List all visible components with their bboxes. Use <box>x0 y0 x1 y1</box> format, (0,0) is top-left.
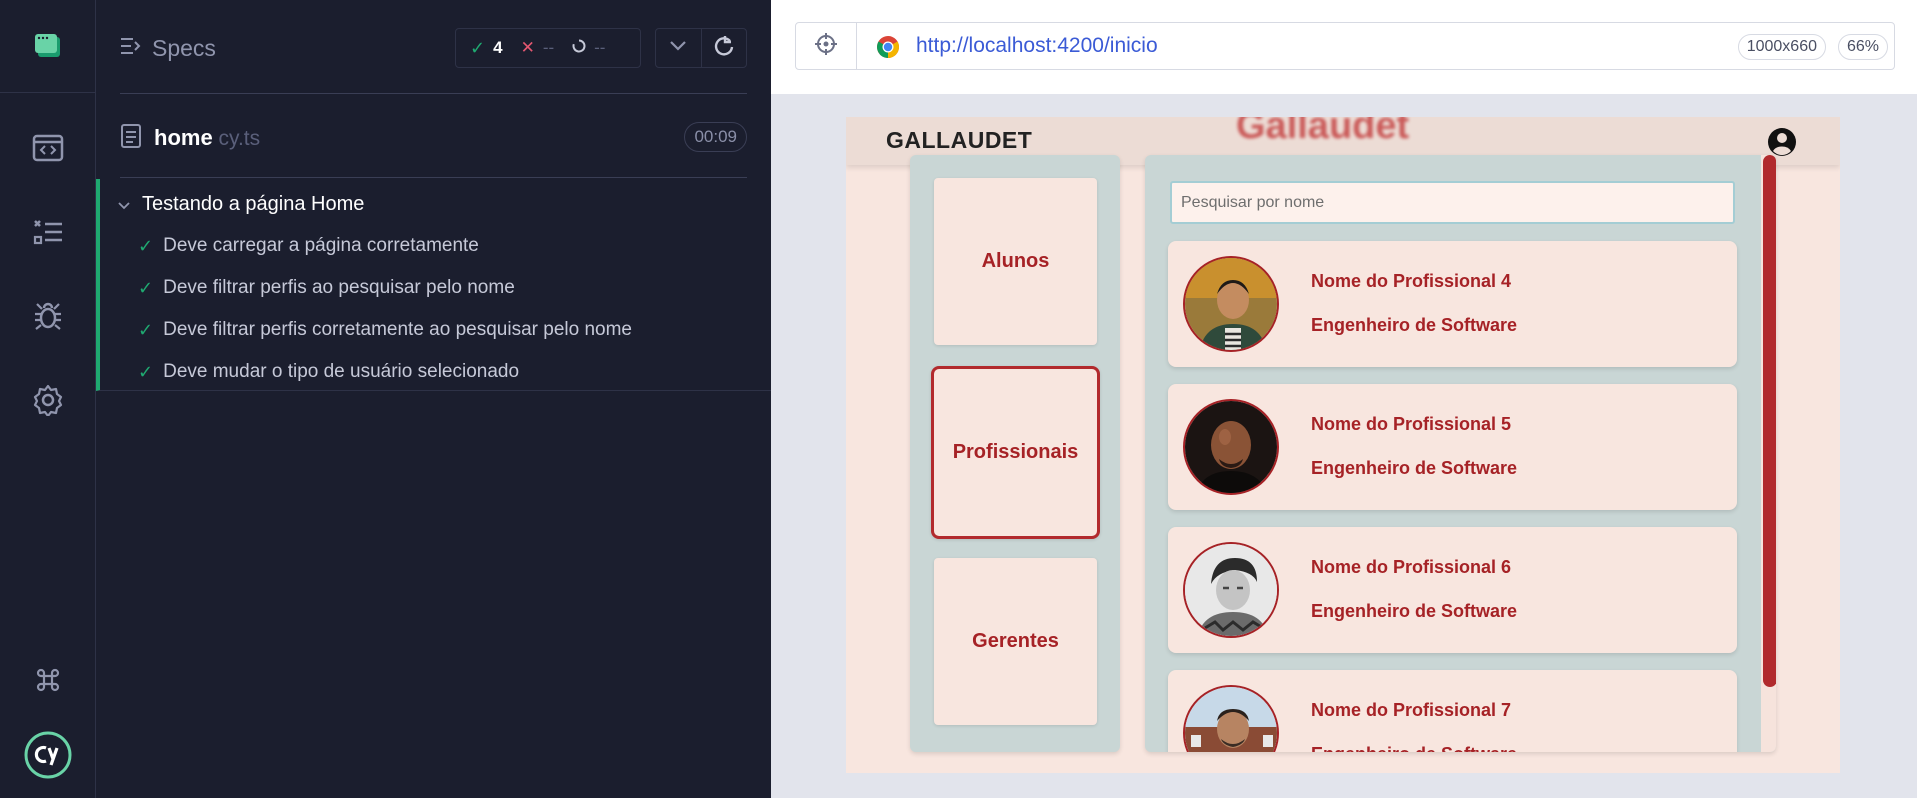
profile-role: Engenheiro de Software <box>1311 744 1517 752</box>
check-icon: ✓ <box>138 361 154 382</box>
user-type-alunos-card[interactable]: Alunos <box>934 178 1097 345</box>
specs-label: Specs <box>152 34 216 61</box>
aut-header: http://localhost:4200/inicio 1000x660 66… <box>771 0 1917 94</box>
settings-gear-icon[interactable] <box>28 380 68 420</box>
suite-title: Testando a página Home <box>142 192 365 215</box>
specs-toggle-icon <box>120 35 142 62</box>
spec-file-row[interactable]: home cy.ts 00:09 <box>120 118 747 158</box>
test-item[interactable]: ✓ Deve carregar a página corretamente <box>138 229 479 263</box>
profile-card[interactable]: Nome do Profissional 5 Engenheiro de Sof… <box>1168 384 1737 510</box>
specs-list-icon[interactable] <box>28 128 68 168</box>
check-icon: ✓ <box>470 37 486 58</box>
user-type-gerentes-card[interactable]: Gerentes <box>934 558 1097 725</box>
runs-icon[interactable] <box>28 212 68 252</box>
app-under-test-panel: http://localhost:4200/inicio 1000x660 66… <box>771 0 1917 798</box>
check-icon: ✓ <box>138 277 154 298</box>
test-stats: ✓ 4 ✕ -- -- <box>455 28 641 68</box>
avatar <box>1183 399 1279 495</box>
url-text[interactable]: http://localhost:4200/inicio <box>916 23 1158 69</box>
profile-list-panel: Nome do Profissional 4 Engenheiro de Sof… <box>1145 155 1776 752</box>
page-heading-behind-navbar: Gallaudet <box>1236 117 1410 147</box>
selector-playground-button[interactable] <box>796 23 857 69</box>
test-item[interactable]: ✓ Deve mudar o tipo de usuário seleciona… <box>138 355 519 389</box>
app-window-icon[interactable] <box>33 31 63 61</box>
reporter-header: Specs ✓ 4 ✕ -- -- <box>120 28 747 68</box>
profile-role: Engenheiro de Software <box>1311 601 1518 621</box>
avatar <box>1183 542 1279 638</box>
document-icon <box>120 123 142 154</box>
scrollbar-thumb[interactable] <box>1763 155 1776 687</box>
user-type-profissionais-card[interactable]: Profissionais <box>931 366 1100 539</box>
url-bar: http://localhost:4200/inicio 1000x660 66… <box>795 22 1895 70</box>
spec-file-extension: cy.ts <box>212 127 261 150</box>
test-title: Deve carregar a página corretamente <box>163 235 479 256</box>
test-item[interactable]: ✓ Deve filtrar perfis ao pesquisar pelo … <box>138 271 515 305</box>
search-input[interactable] <box>1170 181 1735 224</box>
failed-stat: ✕ -- <box>521 38 555 58</box>
profile-name: Nome do Profissional 7 <box>1311 700 1512 720</box>
x-icon: ✕ <box>520 38 535 57</box>
check-icon: ✓ <box>138 235 154 256</box>
selector-playground-icon <box>814 32 838 61</box>
spec-file-name: home cy.ts <box>154 125 260 151</box>
refresh-icon <box>713 35 735 62</box>
divider <box>120 177 747 178</box>
test-reporter: Specs ✓ 4 ✕ -- -- home cy.ts 00:09 Testa… <box>96 0 771 798</box>
specs-toggle[interactable]: Specs <box>120 28 216 68</box>
pending-count: -- <box>594 38 606 57</box>
divider <box>120 93 747 94</box>
zoom-level-badge[interactable]: 66% <box>1837 34 1888 60</box>
keyboard-shortcuts-icon[interactable] <box>28 660 68 700</box>
test-title: Deve filtrar perfis corretamente ao pesq… <box>163 319 632 340</box>
reporter-controls <box>655 28 747 68</box>
profile-name: Nome do Profissional 5 <box>1311 414 1512 434</box>
check-icon: ✓ <box>138 319 154 340</box>
collapse-all-button[interactable] <box>656 29 701 67</box>
viewport-size-badge[interactable]: 1000x660 <box>1737 34 1826 60</box>
profile-role: Engenheiro de Software <box>1311 315 1518 335</box>
chrome-icon <box>876 35 900 64</box>
profile-name: Nome do Profissional 4 <box>1311 271 1512 291</box>
passed-stat: ✓ 4 <box>470 38 503 59</box>
rerun-button[interactable] <box>700 29 747 67</box>
cypress-logo-icon[interactable] <box>22 729 74 781</box>
profile-role: Engenheiro de Software <box>1311 458 1518 478</box>
pending-stat: -- <box>572 38 605 58</box>
profile-card[interactable]: Nome do Profissional 4 Engenheiro de Sof… <box>1168 241 1737 367</box>
spec-duration-badge: 00:09 <box>684 122 747 152</box>
test-item[interactable]: ✓ Deve filtrar perfis corretamente ao pe… <box>138 313 632 347</box>
avatar <box>1183 256 1279 352</box>
chevron-down-icon <box>669 39 687 57</box>
passed-count: 4 <box>493 38 503 57</box>
profile-card[interactable]: Nome do Profissional 7 Engenheiro de Sof… <box>1168 670 1737 752</box>
test-suite: Testando a página Home ✓ Deve carregar a… <box>96 179 771 391</box>
avatar <box>1183 685 1279 752</box>
profile-card[interactable]: Nome do Profissional 6 Engenheiro de Sof… <box>1168 527 1737 653</box>
app-logo-row <box>0 0 95 93</box>
chevron-down-icon <box>118 193 130 216</box>
profile-name: Nome do Profissional 6 <box>1311 557 1512 577</box>
debug-bug-icon[interactable] <box>28 296 68 336</box>
failed-count: -- <box>542 38 555 57</box>
suite-title-row[interactable]: Testando a página Home <box>118 187 364 221</box>
spinner-icon <box>572 38 586 58</box>
brand-logo-text[interactable]: GALLAUDET <box>886 127 1032 154</box>
cypress-sidebar <box>0 0 96 798</box>
user-type-panel: Alunos Profissionais Gerentes <box>910 155 1120 752</box>
test-title: Deve filtrar perfis ao pesquisar pelo no… <box>163 277 515 298</box>
spec-file-basename: home <box>154 125 213 150</box>
test-title: Deve mudar o tipo de usuário selecionado <box>163 361 520 382</box>
app-viewport: Gallaudet GALLAUDET Alunos Profissionais… <box>846 117 1840 773</box>
